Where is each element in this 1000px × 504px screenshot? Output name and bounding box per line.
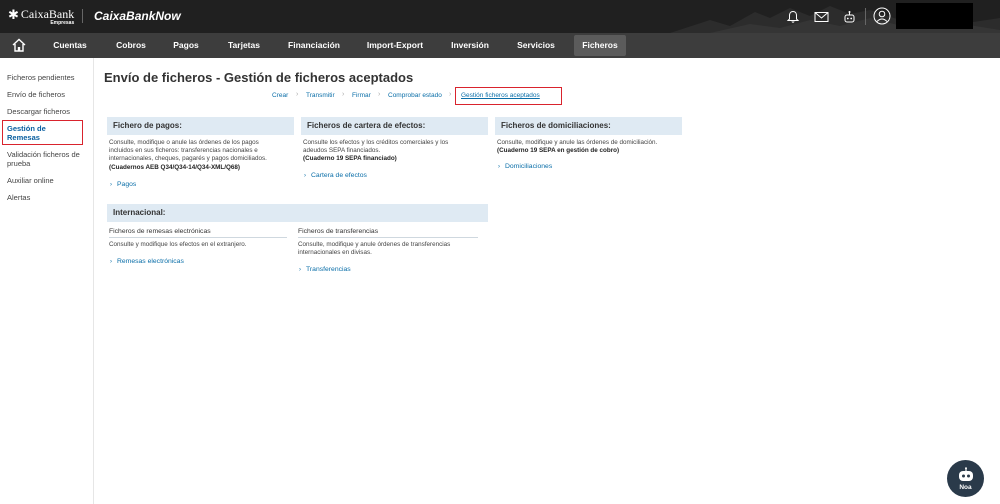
product-name: CaixaBankNow [94,9,181,23]
card-domiciliaciones-title: Ficheros de domiciliaciones: [495,117,682,135]
step-gestion-ficheros-aceptados[interactable]: Gestión ficheros aceptados [461,92,540,99]
remesas-electronicas-text: Consulte y modifique los efectos en el e… [109,241,247,248]
user-icon[interactable] [873,7,891,25]
nav-ficheros[interactable]: Ficheros [574,35,626,56]
transferencias-link[interactable]: › Transferencias [299,266,351,273]
nav-inversion[interactable]: Inversión [447,33,493,58]
sidebar-item-alertas[interactable]: Alertas [7,193,30,202]
nav-servicios[interactable]: Servicios [513,33,559,58]
sidebar-item-ficheros-pendientes[interactable]: Ficheros pendientes [7,73,75,82]
chevron-right-icon: › [299,267,301,273]
step-crear[interactable]: Crear [272,92,288,99]
step-separator: › [378,91,381,98]
transferencias-text: Consulte, modifique y anule órdenes de t… [298,241,451,257]
header-separator [865,8,866,25]
card-internacional-title: Internacional: [107,204,488,222]
nav-cuentas[interactable]: Cuentas [49,33,91,58]
cartera-efectos-link[interactable]: › Cartera de efectos [304,172,367,179]
chevron-right-icon: › [304,173,306,179]
nav-import-export[interactable]: Import-Export [362,33,428,58]
sidebar-item-envio-ficheros[interactable]: Envío de ficheros [7,90,65,99]
nav-financiacion[interactable]: Financiación [283,33,345,58]
main-nav: Cuentas Cobros Pagos Tarjetas Financiaci… [0,33,1000,58]
card-cartera-text: Consulte los efectos y los créditos come… [303,139,449,163]
step-separator: › [296,91,299,98]
remesas-electronicas-link[interactable]: › Remesas electrónicas [110,258,184,265]
step-separator: › [342,91,345,98]
chevron-right-icon: › [110,259,112,265]
step-comprobar-estado[interactable]: Comprobar estado [388,92,442,99]
home-icon[interactable] [11,37,27,53]
card-pagos-codes: (Cuadernos AEB Q34/Q34-14/Q34-XML/Q68) [109,163,240,171]
sidebar-item-descargar-ficheros[interactable]: Descargar ficheros [7,107,70,116]
card-domiciliaciones-text: Consulte, modifique y anule las órdenes … [497,139,658,155]
nav-cobros[interactable]: Cobros [110,33,152,58]
noa-assistant-button[interactable]: Noa [947,460,984,497]
noa-label: Noa [959,483,972,491]
card-cartera-codes: (Cuaderno 19 SEPA financiado) [303,155,397,163]
sidebar: Ficheros pendientes Envío de ficheros De… [0,58,94,504]
user-name-redacted[interactable] [896,3,973,29]
step-firmar[interactable]: Firmar [352,92,371,99]
step-transmitir[interactable]: Transmitir [306,92,335,99]
pagos-link[interactable]: › Pagos [110,181,136,188]
star-icon: ✱ [8,7,19,22]
sidebar-item-auxiliar-online[interactable]: Auxiliar online [7,176,54,185]
card-domiciliaciones-codes: (Cuaderno 19 SEPA en gestión de cobro) [497,147,620,155]
logo-brand: CaixaBank [20,7,75,21]
logo-sub: Empresas [50,20,75,26]
bell-icon[interactable] [783,8,803,26]
card-pagos-title: Fichero de pagos: [107,117,294,135]
step-separator: › [449,91,452,98]
nav-pagos[interactable]: Pagos [165,33,207,58]
top-header: ✱ CaixaBank Empresas CaixaBankNow [0,0,1000,33]
caixabank-logo[interactable]: ✱ CaixaBank Empresas [8,8,74,26]
chevron-right-icon: › [110,182,112,188]
card-cartera-title: Ficheros de cartera de efectos: [301,117,488,135]
sidebar-item-validacion-ficheros[interactable]: Validación ficheros de prueba [7,150,83,168]
robot-icon[interactable] [839,8,859,26]
remesas-electronicas-heading: Ficheros de remesas electrónicas [109,228,287,238]
mail-icon[interactable] [811,8,831,26]
chevron-right-icon: › [498,164,500,170]
transferencias-heading: Ficheros de transferencias [298,228,478,238]
card-pagos-text: Consulte, modifique o anule las órdenes … [109,139,267,171]
logo-divider [82,9,83,23]
robot-icon [958,466,973,481]
nav-tarjetas[interactable]: Tarjetas [222,33,266,58]
page-title: Envío de ficheros - Gestión de ficheros … [104,70,414,85]
sidebar-item-gestion-remesas[interactable]: Gestión de Remesas [7,124,57,142]
domiciliaciones-link[interactable]: › Domiciliaciones [498,163,552,170]
